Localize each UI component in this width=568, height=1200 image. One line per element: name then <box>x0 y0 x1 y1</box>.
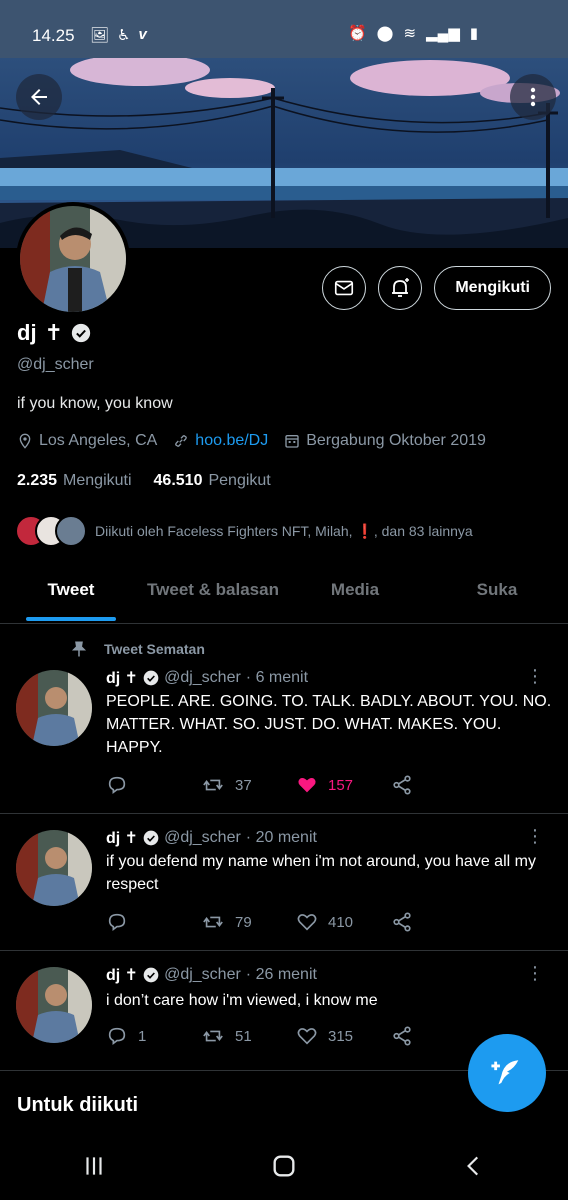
followers-count[interactable]: 46.510 <box>154 472 203 490</box>
tweet-card[interactable]: dj ✝ @dj_scher · 6 menit ⋮ PEOPLE. ARE. … <box>0 630 568 814</box>
reply-button[interactable] <box>106 911 201 933</box>
avatar[interactable] <box>16 830 92 906</box>
followed-by-text: Diikuti oleh Faceless Fighters NFT, Mila… <box>95 522 473 539</box>
share-button[interactable] <box>391 774 486 796</box>
calendar-icon <box>285 435 299 448</box>
retweet-button[interactable]: 79 <box>201 911 296 933</box>
signal-icon: ▂▄▆ <box>426 25 460 42</box>
tweet-more-icon[interactable]: ⋮ <box>526 963 544 984</box>
more-options-button[interactable] <box>510 74 556 120</box>
location-icon: ⬤ <box>376 25 394 42</box>
battery-charging-icon: ▮ <box>469 25 478 42</box>
share-button[interactable] <box>391 911 486 933</box>
tweet-text: i don’t care how i'm viewed, i know me <box>106 992 378 1009</box>
tweet-handle: @dj_scher <box>164 669 241 686</box>
retweet-icon <box>203 1030 223 1042</box>
cross-symbol: ✝ <box>44 320 63 345</box>
like-button[interactable]: 315 <box>296 1025 391 1047</box>
following-button[interactable]: Mengikuti <box>434 266 551 310</box>
reply-icon <box>108 913 126 931</box>
retweet-button[interactable]: 37 <box>201 774 296 796</box>
status-bar: 14.25 🖼 ♿ v ⏰ ⬤ ≋ ▂▄▆ ▮ <box>0 0 568 58</box>
share-icon <box>393 912 411 932</box>
followed-by[interactable]: Diikuti oleh Faceless Fighters NFT, Mila… <box>15 515 473 547</box>
tweet-more-icon[interactable]: ⋮ <box>526 666 544 687</box>
feather-plus-icon <box>491 1060 519 1085</box>
reply-button[interactable]: 1 <box>106 1025 201 1047</box>
heart-icon <box>297 1028 317 1045</box>
share-button[interactable] <box>391 1025 486 1047</box>
tab-tweets[interactable]: Tweet <box>0 566 142 623</box>
tweet-handle: @dj_scher <box>164 966 241 983</box>
alarm-icon: ⏰ <box>347 25 367 42</box>
display-name: dj <box>17 320 37 345</box>
profile-avatar[interactable] <box>16 202 130 316</box>
tab-media[interactable]: Media <box>284 566 426 623</box>
tweet-time: · 26 menit <box>245 966 317 983</box>
envelope-icon <box>335 280 354 296</box>
tweet-time: · 6 menit <box>245 669 309 686</box>
message-button[interactable] <box>322 266 367 310</box>
back-button[interactable] <box>16 74 62 120</box>
tweet-text: PEOPLE. ARE. GOING. TO. TALK. BADLY. ABO… <box>106 693 552 756</box>
share-icon <box>393 775 411 795</box>
bell-plus-icon <box>392 278 410 297</box>
link-icon <box>175 435 188 447</box>
tab-tweets-replies[interactable]: Tweet & balasan <box>142 566 284 623</box>
like-button[interactable]: 410 <box>296 911 391 933</box>
verified-badge-icon <box>143 967 159 983</box>
followers-label[interactable]: Pengikut <box>208 472 270 490</box>
reply-icon <box>108 776 126 794</box>
tweet-author: dj ✝ <box>106 967 139 984</box>
vertical-dots-icon <box>530 87 536 107</box>
accessibility-icon: ♿ <box>117 27 131 44</box>
following-label[interactable]: Mengikuti <box>63 472 131 490</box>
vimeo-icon: v <box>138 26 147 43</box>
heart-icon <box>297 914 317 931</box>
tweet-text: if you defend my name when i'm not aroun… <box>106 853 536 893</box>
tweet-author: dj ✝ <box>106 670 139 687</box>
back-nav-icon[interactable] <box>461 1153 487 1179</box>
reply-button[interactable] <box>106 774 201 796</box>
notification-button[interactable] <box>378 266 423 310</box>
wifi-icon: ≋ <box>403 25 417 42</box>
verified-badge-icon <box>71 323 91 343</box>
system-navigation-bar <box>0 1132 568 1200</box>
share-icon <box>393 1026 411 1046</box>
verified-badge-icon <box>143 830 159 846</box>
suggestions-title: Untuk diikuti <box>17 1094 139 1116</box>
tweet-time: · 20 menit <box>245 829 317 846</box>
tweet-card[interactable]: dj ✝ @dj_scher · 20 menit ⋮ if you defen… <box>0 814 568 951</box>
verified-badge-icon <box>143 670 159 686</box>
avatar <box>55 515 87 547</box>
arrow-left-icon <box>31 89 47 105</box>
profile-location: Los Angeles, CA <box>39 432 158 449</box>
image-icon: 🖼 <box>90 27 110 44</box>
avatar[interactable] <box>16 967 92 1043</box>
tweet-handle: @dj_scher <box>164 829 241 846</box>
reply-icon <box>108 1027 126 1045</box>
following-count[interactable]: 2.235 <box>17 472 57 490</box>
compose-tweet-button[interactable] <box>468 1034 546 1112</box>
retweet-button[interactable]: 51 <box>201 1025 296 1047</box>
tab-likes[interactable]: Suka <box>426 566 568 623</box>
home-icon[interactable] <box>270 1152 298 1180</box>
status-time: 14.25 <box>32 26 75 45</box>
profile-link[interactable]: hoo.be/DJ <box>195 432 268 450</box>
location-pin-icon <box>19 433 31 449</box>
recent-apps-icon[interactable] <box>81 1153 107 1179</box>
avatar[interactable] <box>16 670 92 746</box>
heart-filled-icon <box>298 777 316 793</box>
tweet-author: dj ✝ <box>106 830 139 847</box>
retweet-icon <box>203 779 223 791</box>
like-button[interactable]: 157 <box>296 774 391 796</box>
profile-bio: if you know, you know <box>17 395 173 412</box>
profile-joined: Bergabung Oktober 2019 <box>306 432 486 449</box>
profile-tabs: Tweet Tweet & balasan Media Suka <box>0 566 568 624</box>
tweet-more-icon[interactable]: ⋮ <box>526 826 544 847</box>
profile-handle: @dj_scher <box>17 356 94 373</box>
retweet-icon <box>203 916 223 928</box>
